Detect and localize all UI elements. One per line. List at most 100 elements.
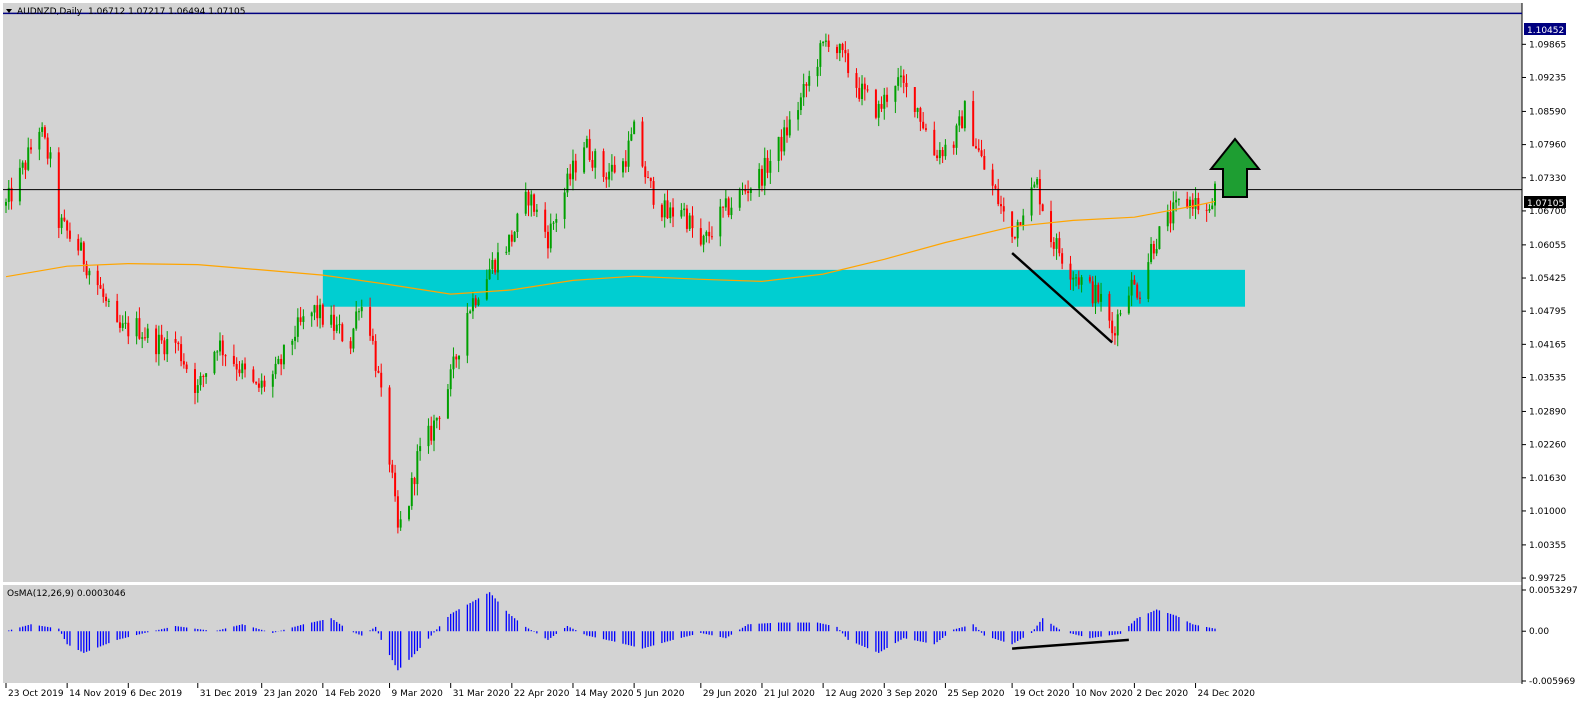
candle-body: [838, 44, 841, 54]
candle-body: [99, 285, 102, 289]
candle-body: [666, 200, 669, 219]
candle-body: [235, 363, 238, 370]
candle-body: [997, 188, 1000, 205]
candle-body: [157, 334, 160, 355]
date-tick-label: 6 Dec 2019: [130, 689, 182, 699]
candle-body: [41, 127, 44, 132]
candle-body: [991, 169, 994, 186]
candle-body: [1175, 199, 1178, 203]
candle-body: [430, 425, 433, 441]
candle-body: [408, 506, 410, 520]
candle-body: [449, 369, 452, 390]
current-price-label: 1.07105: [1527, 199, 1564, 209]
candle-body: [1138, 297, 1141, 299]
price-tick-label: 1.01630: [1529, 474, 1566, 484]
candle-body: [488, 269, 491, 280]
candle-body: [1197, 198, 1200, 210]
candle-body: [18, 167, 21, 202]
candle-body: [938, 149, 941, 159]
chart-header: AUDNZD,Daily 1.06712 1.07217 1.06494 1.0…: [6, 7, 245, 17]
candle-body: [46, 137, 49, 159]
date-tick-label: 25 Sep 2020: [947, 689, 1004, 699]
candle-body: [630, 134, 633, 141]
candle-body: [899, 75, 902, 78]
candle-body: [302, 316, 305, 322]
candle-body: [135, 318, 138, 337]
candle-body: [494, 260, 497, 273]
candle-body: [102, 288, 105, 297]
price-tick-label: 1.03535: [1529, 374, 1566, 384]
candle-body: [396, 496, 399, 528]
candle-body: [319, 304, 322, 319]
candle-body: [399, 519, 402, 528]
candle-body: [944, 144, 947, 157]
candle-body: [641, 121, 644, 167]
candle-body: [563, 192, 566, 220]
candle-body: [1208, 209, 1211, 211]
candle-body: [583, 147, 586, 173]
candle-body: [349, 341, 352, 349]
candle-body: [836, 46, 839, 54]
candle-body: [1075, 277, 1078, 279]
candle-body: [452, 356, 455, 370]
candle-body: [244, 363, 247, 370]
candle-body: [321, 304, 324, 325]
candle-body: [680, 210, 683, 217]
candle-body: [747, 191, 750, 193]
candle-body: [1036, 179, 1039, 185]
candle-body: [897, 77, 900, 86]
candle-body: [291, 340, 294, 345]
candle-body: [1177, 198, 1180, 200]
candle-body: [274, 363, 277, 375]
candle-body: [1166, 212, 1169, 227]
candle-body: [827, 40, 830, 47]
candle-body: [455, 356, 458, 360]
price-tick-label: 1.08590: [1529, 107, 1566, 117]
candle-body: [516, 213, 519, 232]
price-tick-label: 1.04795: [1529, 307, 1566, 317]
candle-body: [555, 219, 558, 223]
candle-body: [902, 75, 905, 83]
candle-body: [294, 336, 297, 341]
date-tick-label: 22 Apr 2020: [514, 689, 570, 699]
candle-body: [1055, 238, 1058, 249]
candle-body: [730, 207, 733, 216]
price-tick-label: 1.01000: [1529, 507, 1566, 517]
candle-body: [760, 168, 763, 186]
candle-body: [972, 101, 975, 147]
candle-body: [193, 369, 196, 393]
candle-body: [491, 260, 494, 270]
candle-body: [107, 300, 110, 302]
oscillator-panel[interactable]: [3, 585, 1522, 683]
candle-body: [797, 110, 800, 120]
candle-body: [933, 129, 936, 156]
candle-body: [880, 103, 883, 109]
candle-body: [1077, 277, 1080, 285]
price-tick-label: 0.99725: [1529, 574, 1566, 584]
candle-body: [863, 83, 866, 90]
candle-body: [660, 204, 663, 218]
candle-body: [446, 389, 449, 419]
candle-body: [1113, 333, 1116, 336]
candle-body: [180, 344, 183, 362]
candle-body: [1041, 204, 1044, 212]
oscillator-tick-label: -0.005969: [1529, 677, 1575, 687]
candle-body: [419, 446, 422, 452]
candle-body: [282, 344, 285, 365]
candle-body: [24, 162, 27, 170]
candle-body: [524, 191, 527, 214]
candle-body: [30, 147, 33, 150]
candle-body: [1152, 243, 1155, 254]
candle-body: [377, 370, 380, 373]
candle-body: [574, 160, 577, 173]
candle-body: [777, 136, 780, 161]
candle-body: [202, 376, 205, 378]
candle-body: [1022, 215, 1025, 226]
candle-body: [1038, 179, 1041, 205]
trading-chart[interactable]: 1.09865 1.09235 1.08590 1.07960 1.07330 1.067…: [0, 0, 1596, 716]
candle-body: [974, 146, 977, 149]
candle-body: [394, 472, 397, 497]
candle-body: [919, 108, 922, 122]
candle-body: [371, 335, 374, 341]
candle-body: [80, 242, 83, 251]
